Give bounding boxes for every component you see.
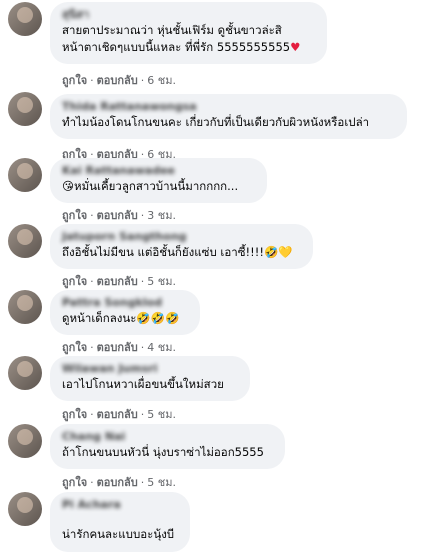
comment-actions: ถูกใจ · ตอบกลับ · 3 ชม.	[62, 209, 176, 222]
comment-text: ดูหน้าเด็กลงนะ🤣🤣🤣	[62, 311, 180, 325]
comment-actions: ถูกใจ · ตอบกลับ · 6 ชม.	[62, 74, 176, 87]
avatar[interactable]	[8, 92, 42, 126]
like-button[interactable]: ถูกใจ	[62, 408, 87, 421]
comment-bubble: Wilawan Jumsri เอาไปโกนหวาเผื่อขนขึ้นใหม…	[50, 356, 250, 401]
comment-bubble: Pi Achara น่ารักคนละแบบอะนุ้งบี	[50, 492, 190, 552]
commenter-name[interactable]: Pi Achara	[62, 498, 178, 512]
reply-button[interactable]: ตอบกลับ	[97, 74, 138, 87]
comment-bubble: สุนิสา สายตาประมาณว่า หุ่นชั้นเฟิร์ม ดูช…	[50, 2, 327, 64]
avatar[interactable]	[8, 356, 42, 390]
timestamp[interactable]: 5 ชม.	[147, 408, 176, 421]
avatar[interactable]	[8, 290, 42, 324]
timestamp[interactable]: 5 ชม.	[147, 275, 176, 288]
comment-actions: ถูกใจ · ตอบกลับ · 5 ชม.	[62, 408, 176, 421]
comment-bubble: Jatuporn Sangthong ถึงอิชั้นไม่มีขน แต่อ…	[50, 224, 313, 269]
comment-text: น่ารักคนละแบบอะนุ้งบี	[62, 527, 175, 541]
commenter-name[interactable]: Chang Nai	[62, 430, 273, 444]
like-button[interactable]: ถูกใจ	[62, 209, 87, 222]
avatar[interactable]	[8, 2, 42, 36]
reply-button[interactable]: ตอบกลับ	[97, 209, 138, 222]
timestamp[interactable]: 4 ชม.	[147, 341, 176, 354]
reply-button[interactable]: ตอบกลับ	[97, 341, 138, 354]
comment-text: เอาไปโกนหวาเผื่อขนขึ้นใหม่สวย	[62, 377, 224, 391]
reply-button[interactable]: ตอบกลับ	[97, 476, 138, 489]
comment-bubble: Pattra Songklod ดูหน้าเด็กลงนะ🤣🤣🤣	[50, 290, 200, 335]
avatar[interactable]	[8, 224, 42, 258]
commenter-name[interactable]: Thida Rattanawongsa	[62, 100, 395, 114]
timestamp[interactable]: 5 ชม.	[147, 476, 176, 489]
commenter-name[interactable]: Jatuporn Sangthong	[62, 230, 301, 244]
comment-actions: ถูกใจ · ตอบกลับ · 5 ชม.	[62, 275, 176, 288]
heart-emoji: ♥	[290, 40, 301, 54]
commenter-name[interactable]: สุนิสา	[62, 8, 315, 22]
comment-actions: ถูกใจ · ตอบกลับ · 5 ชม.	[62, 476, 176, 489]
comment-text: ถ้าโกนขนบนหัวนี่ นุ่งบราซ่าไม่ออก5555	[62, 445, 264, 459]
timestamp[interactable]: 3 ชม.	[147, 209, 176, 222]
comment-bubble: Thida Rattanawongsa ทำไมน้องโดนโกนขนคะ เ…	[50, 94, 407, 139]
reply-button[interactable]: ตอบกลับ	[97, 408, 138, 421]
reply-button[interactable]: ตอบกลับ	[97, 275, 138, 288]
timestamp[interactable]: 6 ชม.	[147, 74, 176, 87]
like-button[interactable]: ถูกใจ	[62, 275, 87, 288]
comment-text: ถึงอิชั้นไม่มีขน แต่อิชั้นก็ยังแซ่บ เอาซ…	[62, 245, 293, 259]
like-button[interactable]: ถูกใจ	[62, 341, 87, 354]
comment-feed: สุนิสา สายตาประมาณว่า หุ่นชั้นเฟิร์ม ดูช…	[0, 0, 447, 552]
like-button[interactable]: ถูกใจ	[62, 74, 87, 87]
comment-text: สายตาประมาณว่า หุ่นชั้นเฟิร์ม ดูชั้นขาวล…	[62, 23, 301, 54]
comment-bubble: Chang Nai ถ้าโกนขนบนหัวนี่ นุ่งบราซ่าไม่…	[50, 424, 285, 469]
like-button[interactable]: ถูกใจ	[62, 476, 87, 489]
avatar[interactable]	[8, 424, 42, 458]
comment-text: ทำไมน้องโดนโกนขนคะ เกี่ยวกับที่เป็นเดียว…	[62, 115, 370, 129]
avatar[interactable]	[8, 492, 42, 526]
commenter-name[interactable]: Wilawan Jumsri	[62, 362, 238, 376]
commenter-name[interactable]: Kai Rattanawadee	[62, 164, 255, 178]
comment-text: 😘หมั่นเคี้ยวลูกสาวบ้านนี้มากกกก...	[62, 179, 239, 193]
comment-actions: ถูกใจ · ตอบกลับ · 4 ชม.	[62, 341, 176, 354]
comment-bubble: Kai Rattanawadee 😘หมั่นเคี้ยวลูกสาวบ้านน…	[50, 158, 267, 203]
avatar[interactable]	[8, 158, 42, 192]
commenter-name[interactable]: Pattra Songklod	[62, 296, 188, 310]
